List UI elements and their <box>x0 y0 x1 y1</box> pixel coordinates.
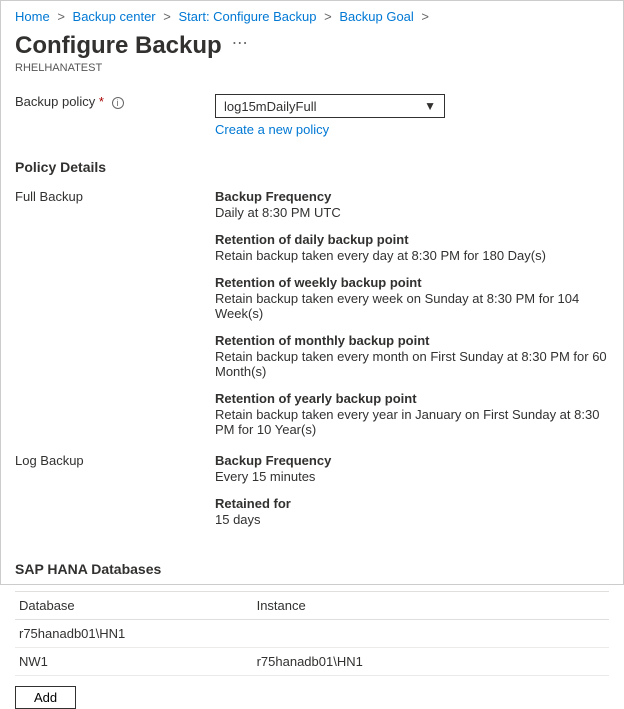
breadcrumb-link[interactable]: Backup center <box>73 9 156 24</box>
policy-detail: Retention of yearly backup point Retain … <box>215 391 609 437</box>
breadcrumb-link[interactable]: Backup Goal <box>339 9 413 24</box>
column-header-instance[interactable]: Instance <box>253 592 609 620</box>
resource-name: RHELHANATEST <box>15 62 609 74</box>
policy-detail: Backup Frequency Every 15 minutes <box>215 453 609 484</box>
info-icon[interactable]: i <box>112 97 124 109</box>
backup-policy-selected: log15mDailyFull <box>224 99 316 114</box>
backup-policy-label: Backup policy * i <box>15 94 215 109</box>
policy-detail: Retained for 15 days <box>215 496 609 527</box>
policy-detail: Retention of monthly backup point Retain… <box>215 333 609 379</box>
chevron-right-icon: > <box>57 9 65 24</box>
table-row[interactable]: NW1 r75hanadb01\HN1 <box>15 648 609 676</box>
column-header-database[interactable]: Database <box>15 592 253 620</box>
breadcrumb: Home > Backup center > Start: Configure … <box>15 9 609 24</box>
policy-details-heading: Policy Details <box>15 159 609 175</box>
full-backup-label: Full Backup <box>15 189 215 204</box>
cell-instance <box>253 620 609 648</box>
chevron-right-icon: > <box>421 9 429 24</box>
policy-detail: Retention of weekly backup point Retain … <box>215 275 609 321</box>
breadcrumb-link[interactable]: Start: Configure Backup <box>178 9 316 24</box>
cell-database: r75hanadb01\HN1 <box>15 620 253 648</box>
policy-detail: Retention of daily backup point Retain b… <box>215 232 609 263</box>
cell-database: NW1 <box>15 648 253 676</box>
backup-policy-select[interactable]: log15mDailyFull ▼ <box>215 94 445 118</box>
databases-heading: SAP HANA Databases <box>15 561 609 577</box>
cell-instance: r75hanadb01\HN1 <box>253 648 609 676</box>
more-actions-icon[interactable]: ⋯ <box>232 36 248 56</box>
page-title: Configure Backup <box>15 32 222 60</box>
add-button[interactable]: Add <box>15 686 76 709</box>
required-marker: * <box>99 94 104 109</box>
policy-detail: Backup Frequency Daily at 8:30 PM UTC <box>215 189 609 220</box>
create-policy-link[interactable]: Create a new policy <box>215 122 329 137</box>
chevron-right-icon: > <box>324 9 332 24</box>
log-backup-label: Log Backup <box>15 453 215 468</box>
breadcrumb-link[interactable]: Home <box>15 9 50 24</box>
databases-table: Database Instance r75hanadb01\HN1 NW1 r7… <box>15 591 609 676</box>
table-row[interactable]: r75hanadb01\HN1 <box>15 620 609 648</box>
chevron-down-icon: ▼ <box>424 99 436 113</box>
chevron-right-icon: > <box>163 9 171 24</box>
